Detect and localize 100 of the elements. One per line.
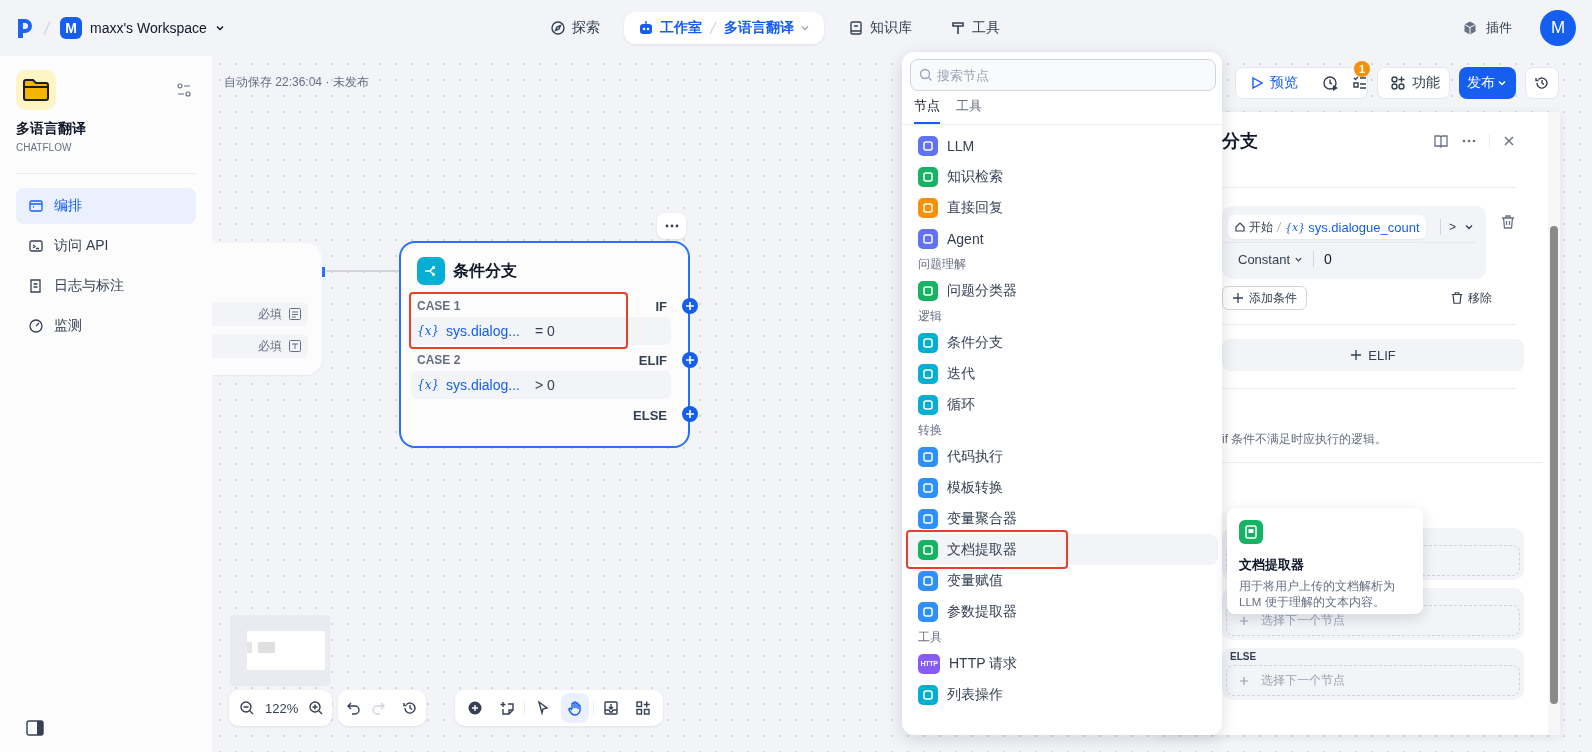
chevron-down-icon	[1497, 78, 1507, 88]
home-icon	[1234, 221, 1246, 233]
scrollbar[interactable]	[1548, 112, 1560, 735]
variable-icon: {x}	[417, 378, 440, 392]
variable-chip[interactable]: 开始 {x} sys.dialogue_count	[1228, 215, 1426, 239]
node-title: 条件分支	[453, 260, 517, 281]
output-handle[interactable]	[322, 267, 325, 277]
section-heading: 逻辑	[917, 308, 943, 325]
case-label: CASE 2	[417, 353, 461, 367]
sidebar-item[interactable]: 访问 API	[16, 228, 196, 264]
run-history-icon[interactable]	[1322, 74, 1340, 92]
compass-icon	[550, 20, 566, 36]
user-avatar[interactable]: M	[1540, 10, 1576, 46]
branch-label: ELSE	[1230, 651, 1258, 664]
play-icon	[1250, 76, 1264, 90]
workspace-name[interactable]: maxx's Workspace	[90, 20, 207, 36]
document-icon	[1239, 520, 1263, 544]
text-field-icon	[288, 307, 302, 321]
sidebar-toggle-icon[interactable]	[26, 720, 44, 736]
document-icon	[28, 278, 44, 294]
node-type-item[interactable]: 直接回复	[906, 192, 1218, 223]
slash-icon	[42, 19, 52, 37]
branch-label: ELIF	[638, 352, 667, 368]
robot-icon	[638, 20, 654, 36]
nav-tab[interactable]: 探索	[536, 11, 614, 45]
node-type-item[interactable]: 变量聚合器	[906, 503, 1218, 534]
remove-button[interactable]: 移除	[1450, 289, 1492, 307]
start-node[interactable]: 必填 必填	[212, 243, 322, 375]
book-icon	[848, 20, 864, 36]
node-type-item[interactable]: LLM	[906, 130, 1218, 161]
node-type-item[interactable]: 问题分类器	[906, 275, 1218, 306]
nav-tab[interactable]: 工作室 多语言翻译	[624, 12, 824, 44]
book-icon[interactable]	[1433, 133, 1449, 149]
hand-icon[interactable]	[561, 693, 589, 723]
case-label: CASE 1	[417, 299, 461, 313]
value-input[interactable]: 0	[1324, 251, 1332, 267]
history-icon[interactable]	[402, 700, 418, 716]
chevron-down-icon[interactable]	[214, 23, 225, 33]
checklist-icon[interactable]	[1352, 75, 1368, 91]
add-node-handle[interactable]	[681, 297, 699, 315]
settings-icon[interactable]	[176, 82, 192, 98]
sidebar-item[interactable]: 日志与标注	[16, 268, 196, 304]
publish-button[interactable]: 发布	[1459, 67, 1516, 99]
node-type-item[interactable]: 知识检索	[906, 161, 1218, 192]
operator-select[interactable]: >	[1449, 220, 1474, 234]
condition-value: = 0	[535, 323, 555, 339]
node-type-item[interactable]: 迭代	[906, 358, 1218, 389]
add-elif-button[interactable]: ELIF	[1222, 339, 1524, 371]
add-node-handle[interactable]	[681, 405, 699, 423]
variable-icon: {x}	[417, 324, 440, 338]
node-type-item[interactable]: 列表操作	[906, 679, 1218, 710]
nav-tab[interactable]: 工具	[936, 11, 1014, 45]
menu-tab[interactable]: 工具	[956, 95, 982, 124]
node-type-item[interactable]: 模板转换	[906, 472, 1218, 503]
chevron-down-icon	[1464, 222, 1474, 232]
gauge-icon	[28, 318, 44, 334]
required-label: 必填	[258, 337, 282, 355]
undo-icon[interactable]	[346, 700, 362, 716]
trash-icon	[1450, 291, 1464, 305]
node-type-item[interactable]: 参数提取器	[906, 596, 1218, 627]
plus-icon	[1232, 292, 1244, 304]
close-icon[interactable]	[1502, 134, 1516, 148]
features-button[interactable]: 功能	[1377, 67, 1450, 99]
history-button[interactable]	[1525, 67, 1559, 99]
search-field[interactable]: 搜索节点	[910, 59, 1216, 91]
workspace-avatar: M	[60, 17, 82, 39]
section-heading: 问题理解	[917, 256, 967, 273]
plus-icon	[1350, 349, 1363, 361]
source-label: 开始	[1249, 218, 1273, 236]
autosave-status: 自动保存 22:36:04 · 未发布	[224, 74, 369, 91]
node-type-item[interactable]: 循环	[906, 389, 1218, 420]
zoom-level[interactable]: 122%	[265, 700, 299, 716]
cube-icon[interactable]	[1462, 20, 1478, 36]
variable-name: sys.dialog...	[446, 323, 520, 339]
sidebar-item[interactable]: 编排	[16, 188, 196, 224]
slash-icon	[708, 20, 718, 36]
else-description: if 条件不满足时应执行的逻辑。	[1222, 431, 1389, 448]
sidebar-item[interactable]: 监测	[16, 308, 196, 344]
branch-label: ELSE	[633, 407, 667, 423]
nav-tab[interactable]: 知识库	[834, 11, 926, 45]
trash-icon[interactable]	[1500, 214, 1516, 230]
zoom-in-icon[interactable]	[308, 700, 325, 716]
node-type-item[interactable]: 条件分支	[906, 327, 1218, 358]
value-type-select[interactable]: Constant	[1228, 251, 1304, 267]
menu-tab[interactable]: 节点	[914, 95, 940, 124]
app-name[interactable]: 多语言翻译	[724, 19, 794, 37]
search-icon	[919, 68, 933, 82]
zoom-out-icon[interactable]	[239, 700, 255, 716]
add-node-handle[interactable]	[681, 351, 699, 369]
add-condition-button[interactable]: 添加条件	[1222, 286, 1307, 310]
if-else-node[interactable]: 条件分支 CASE 1 IF {x} sys.dialog... = 0 CASE 2 ELIF {x} sys.dialog... > 0 ELSE	[399, 241, 690, 448]
app-title: 多语言翻译	[16, 120, 87, 138]
node-type-item[interactable]: 代码执行	[906, 441, 1218, 472]
notification-badge: 1	[1354, 61, 1370, 77]
plugins-link[interactable]: 插件	[1486, 19, 1512, 37]
logo-icon[interactable]	[16, 17, 34, 39]
history-icon	[1534, 75, 1550, 91]
node-type-item[interactable]: Agent	[906, 223, 1218, 254]
folder-icon	[16, 70, 56, 110]
node-type-item[interactable]: 变量赋值	[906, 565, 1218, 596]
